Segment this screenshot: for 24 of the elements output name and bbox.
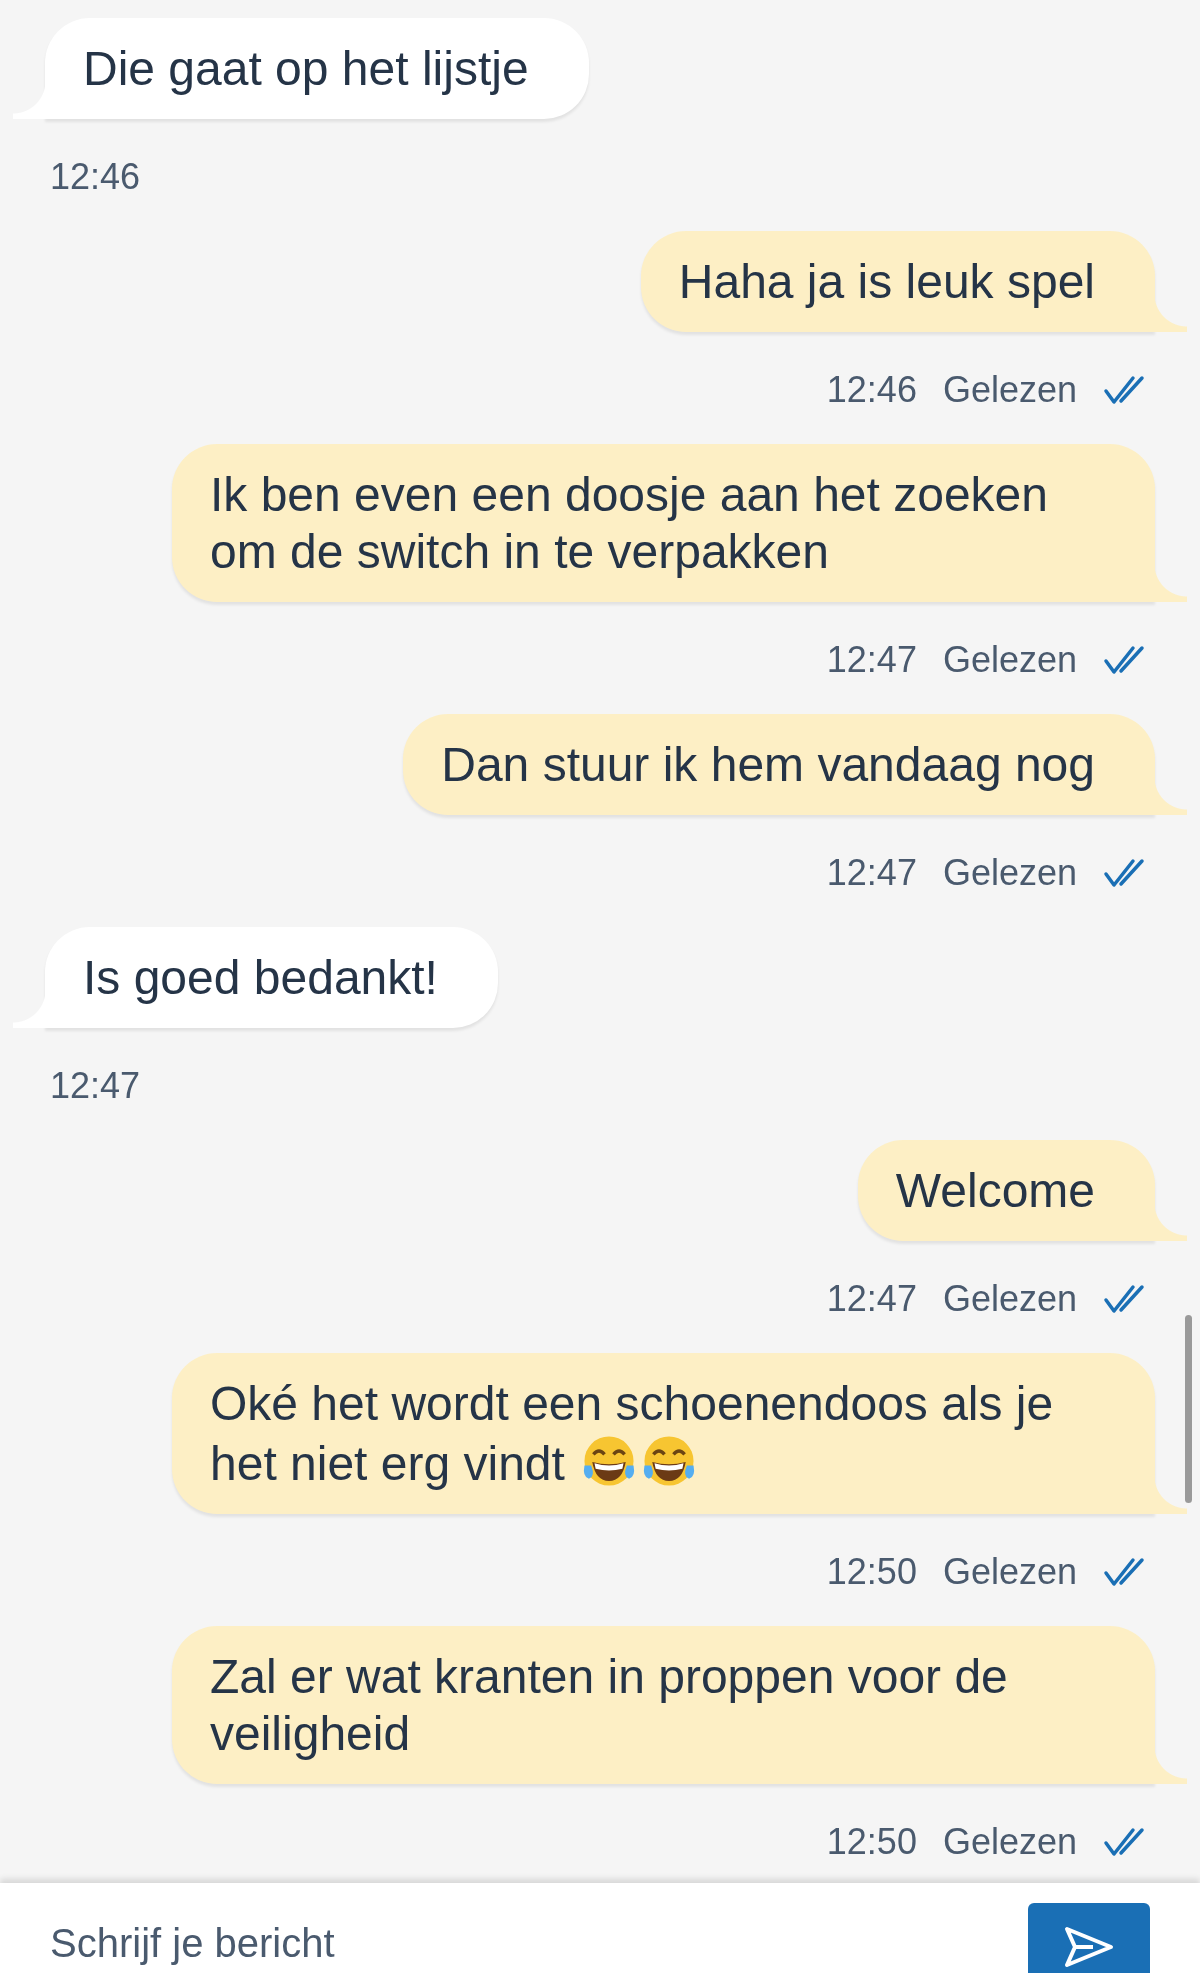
- message-time: 12:47: [826, 1278, 917, 1320]
- read-status: Gelezen: [942, 852, 1077, 894]
- read-status: Gelezen: [942, 369, 1077, 411]
- message-field[interactable]: Schrijf je bericht: [0, 1883, 1200, 1973]
- read-status: Gelezen: [942, 1821, 1077, 1863]
- message-time: 12:47: [50, 1065, 141, 1107]
- double-check-icon: [1103, 645, 1145, 675]
- double-check-icon: [1103, 1284, 1145, 1314]
- double-check-icon: [1103, 1827, 1145, 1857]
- message-time: 12:50: [826, 1551, 917, 1593]
- scrollbar[interactable]: [1185, 1315, 1192, 1503]
- message-time: 12:47: [826, 639, 917, 681]
- message-time: 12:50: [826, 1821, 917, 1863]
- message-time: 12:46: [826, 369, 917, 411]
- message-time: 12:46: [50, 156, 141, 198]
- message-time: 12:47: [826, 852, 917, 894]
- send-icon: [1063, 1925, 1115, 1969]
- read-status: Gelezen: [942, 639, 1077, 681]
- double-check-icon: [1103, 375, 1145, 405]
- read-status: Gelezen: [942, 1551, 1077, 1593]
- double-check-icon: [1103, 1557, 1145, 1587]
- double-check-icon: [1103, 858, 1145, 888]
- send-button[interactable]: [1028, 1903, 1150, 1973]
- read-status: Gelezen: [942, 1278, 1077, 1320]
